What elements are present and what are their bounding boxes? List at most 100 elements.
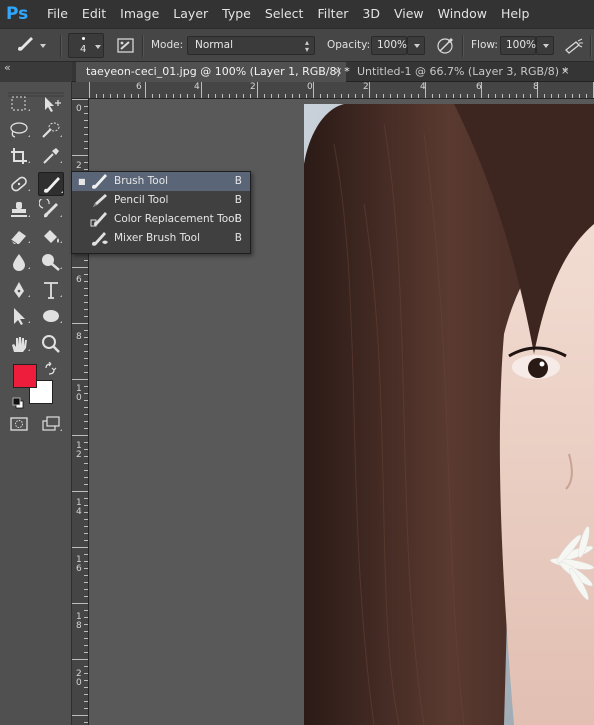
rectangular-marquee-tool-icon[interactable] (7, 93, 31, 115)
brush-tool-icon[interactable] (38, 172, 64, 196)
path-selection-tool-icon[interactable] (7, 305, 31, 327)
flow-dropdown[interactable] (536, 36, 554, 55)
ruler-label: 0 (76, 104, 82, 114)
ruler-label: 1 2 (76, 441, 82, 460)
brush-preset-icon (18, 37, 46, 51)
flow-value: 100% (506, 39, 537, 51)
menu-view[interactable]: View (387, 0, 431, 28)
hand-tool-icon[interactable] (7, 333, 31, 355)
zoom-tool-icon[interactable] (39, 333, 63, 355)
menu-image[interactable]: Image (113, 0, 166, 28)
ruler-label: 8 (533, 82, 539, 92)
tab-taeyeon-document[interactable]: taeyeon-ceci_01.jpg @ 100% (Layer 1, RGB… (76, 62, 350, 82)
pressure-opacity-icon[interactable] (434, 36, 456, 56)
flyout-item-color-replacement-tool[interactable]: Color Replacement Tool B (72, 210, 250, 229)
ruler-label: 6 (76, 275, 82, 285)
ruler-ticks (89, 82, 594, 98)
pencil-icon (90, 192, 110, 209)
menu-edit[interactable]: Edit (75, 0, 113, 28)
brush-tool-flyout-menu: ■ Brush Tool B Pencil Tool B Color Repla… (71, 171, 251, 254)
pen-tool-icon[interactable] (7, 279, 31, 301)
default-colors-icon[interactable] (12, 394, 24, 409)
color-replacement-icon (90, 211, 110, 228)
flyout-item-brush-tool[interactable]: ■ Brush Tool B (72, 172, 250, 191)
brush-size-picker[interactable]: 4 (68, 33, 104, 58)
type-tool-icon[interactable] (39, 279, 63, 301)
mode-value: Normal (195, 39, 233, 51)
eraser-tool-icon[interactable] (7, 225, 31, 247)
chevron-down-icon (414, 44, 420, 48)
menu-file[interactable]: File (40, 0, 75, 28)
mode-label: Mode: (151, 39, 184, 51)
eyedropper-tool-icon[interactable] (39, 145, 63, 167)
ruler-label: 2 (363, 82, 369, 92)
ruler-label: 6 (136, 82, 142, 92)
ruler-label: 6 (476, 82, 482, 92)
paint-bucket-tool-icon[interactable] (39, 225, 63, 247)
ruler-label: 2 (250, 82, 256, 92)
brush-size-value: 4 (80, 44, 87, 55)
separator (60, 35, 62, 57)
menu-help[interactable]: Help (494, 0, 537, 28)
ruler-label: 2 (76, 161, 82, 171)
separator (142, 35, 144, 57)
flyout-label: Color Replacement Tool (114, 213, 238, 225)
ruler-label: 1 0 (76, 384, 82, 403)
foreground-color-swatch[interactable] (13, 364, 37, 388)
ruler-label: 1 4 (76, 498, 82, 517)
dodge-tool-icon[interactable] (39, 251, 63, 273)
ruler-label: 8 (76, 332, 82, 342)
spot-healing-brush-tool-icon[interactable] (7, 173, 31, 195)
flyout-label: Brush Tool (114, 175, 169, 187)
move-tool-icon[interactable] (39, 93, 63, 115)
horizontal-ruler[interactable]: 6 4 2 0 2 4 6 8 (72, 82, 594, 99)
swap-colors-icon[interactable] (43, 361, 57, 375)
flow-label: Flow: (471, 39, 498, 51)
quick-mask-icon[interactable] (7, 413, 31, 435)
separator (462, 35, 464, 57)
flyout-label: Mixer Brush Tool (114, 232, 201, 244)
document-tab-strip: « taeyeon-ceci_01.jpg @ 100% (Layer 1, R… (0, 62, 594, 82)
menu-3d[interactable]: 3D (355, 0, 387, 28)
mode-select[interactable]: Normal ▴ ▾ (187, 36, 315, 55)
menu-type[interactable]: Type (215, 0, 258, 28)
opacity-dropdown[interactable] (407, 36, 425, 55)
flyout-item-pencil-tool[interactable]: Pencil Tool B (72, 191, 250, 210)
mixer-brush-icon (90, 230, 110, 247)
brush-panel-toggle-icon[interactable] (116, 36, 136, 56)
opacity-value: 100% (377, 39, 408, 51)
close-icon[interactable]: × (561, 62, 569, 82)
menu-bar: Ps File Edit Image Layer Type Select Fil… (0, 0, 594, 28)
tool-preset-picker[interactable] (12, 33, 48, 57)
history-brush-tool-icon[interactable] (39, 199, 63, 221)
menu-layer[interactable]: Layer (166, 0, 215, 28)
tab-title: taeyeon-ceci_01.jpg @ 100% (Layer 1, RGB… (86, 65, 350, 78)
menu-select[interactable]: Select (258, 0, 311, 28)
ellipse-tool-icon[interactable] (39, 305, 63, 327)
lasso-tool-icon[interactable] (7, 119, 31, 141)
panel-grip[interactable] (0, 83, 72, 97)
blur-tool-icon[interactable] (7, 251, 31, 273)
crop-tool-icon[interactable] (7, 145, 31, 167)
ruler-label: 1 8 (76, 612, 82, 631)
opacity-input[interactable]: 100% (371, 36, 407, 55)
flyout-item-mixer-brush-tool[interactable]: Mixer Brush Tool B (72, 229, 250, 248)
flow-input[interactable]: 100% (500, 36, 536, 55)
airbrush-icon[interactable] (563, 36, 585, 56)
updown-icon: ▴ ▾ (304, 38, 309, 54)
quick-selection-tool-icon[interactable] (39, 119, 63, 141)
tab-untitled-document[interactable]: Untitled-1 @ 66.7% (Layer 3, RGB/8) * × (347, 62, 577, 82)
menu-filter[interactable]: Filter (310, 0, 355, 28)
separator (590, 35, 592, 57)
document-image[interactable] (304, 104, 594, 725)
screen-mode-icon[interactable] (39, 413, 63, 435)
flyout-shortcut: B (234, 213, 242, 225)
panel-header: « (0, 62, 72, 82)
photoshop-logo: Ps (6, 4, 29, 24)
brush-size-dot (82, 37, 85, 40)
flyout-label: Pencil Tool (114, 194, 169, 206)
collapse-panel-icon[interactable]: « (4, 62, 11, 74)
menu-window[interactable]: Window (431, 0, 494, 28)
close-icon[interactable]: × (334, 62, 342, 82)
clone-stamp-tool-icon[interactable] (7, 199, 31, 221)
